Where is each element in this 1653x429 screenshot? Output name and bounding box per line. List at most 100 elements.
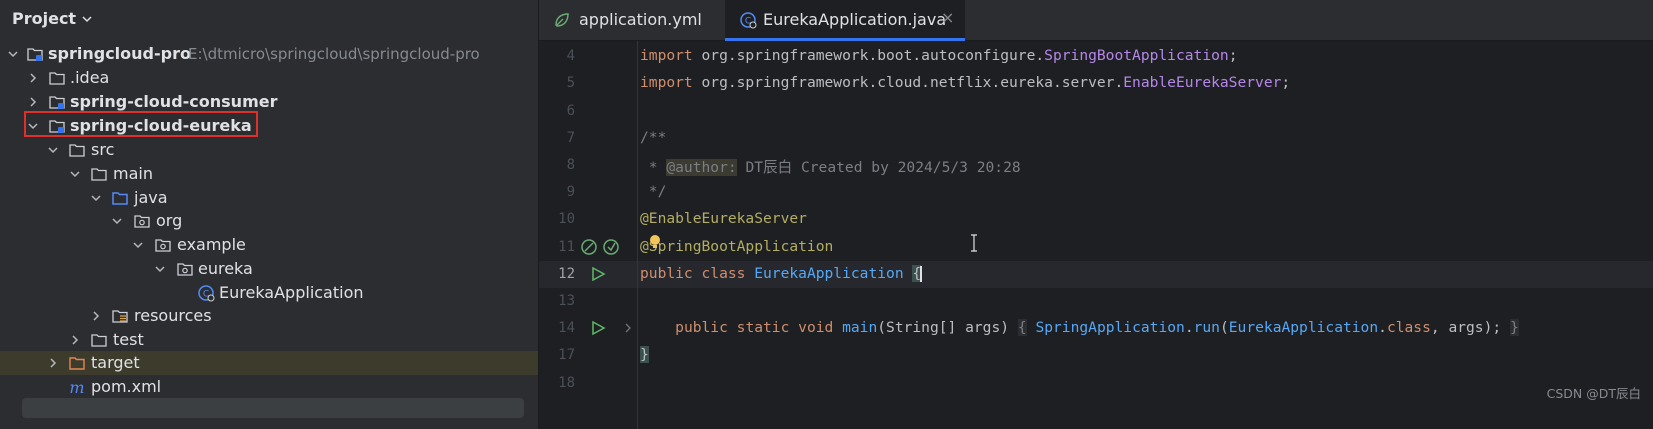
tree-item-pom[interactable]: m pom.xml	[0, 375, 538, 399]
code-line: @EnableEurekaServer	[640, 210, 807, 227]
line-number[interactable]: 4	[539, 48, 575, 64]
project-path: E:\dtmicro\springcloud\springcloud-pro	[188, 45, 480, 63]
project-panel-header[interactable]: Project	[0, 0, 538, 38]
package-icon	[134, 215, 150, 228]
code-text: .	[1184, 319, 1194, 336]
code-keyword: import	[640, 74, 693, 91]
spring-bean-gutter-icon[interactable]	[580, 238, 598, 256]
chevron-down-icon[interactable]	[131, 238, 145, 252]
tree-item-main[interactable]: main	[0, 162, 538, 186]
tree-item-label: EurekaApplication	[219, 283, 364, 302]
line-number[interactable]: 5	[539, 75, 575, 91]
chevron-right-icon[interactable]	[68, 333, 82, 347]
code-keyword: public class	[640, 265, 755, 282]
folder-icon	[69, 144, 85, 157]
code-text: org.springframework.boot.autoconfigure.	[692, 47, 1045, 64]
project-panel-title[interactable]: Project	[12, 9, 76, 28]
tree-item-eureka-application[interactable]: C EurekaApplication	[0, 281, 538, 305]
line-number[interactable]: 6	[539, 103, 575, 119]
tree-item-target[interactable]: target	[0, 351, 538, 375]
code-class: SpringApplication	[1035, 319, 1185, 336]
tree-item-java[interactable]: java	[0, 186, 538, 210]
code-fold-close[interactable]: }	[1509, 319, 1519, 336]
line-number[interactable]: 11	[539, 239, 575, 255]
module-folder-icon	[27, 48, 43, 61]
line-number[interactable]: 17	[539, 347, 575, 363]
package-icon	[177, 263, 193, 276]
chevron-down-icon[interactable]	[68, 167, 82, 181]
annotation-highlight-box	[24, 111, 258, 137]
svg-text:m: m	[69, 378, 84, 396]
code-class: EurekaApplication	[1228, 319, 1379, 336]
run-icon[interactable]	[590, 320, 606, 336]
tree-item-eureka[interactable]: eureka	[0, 257, 538, 281]
code-method: main	[842, 319, 878, 336]
chevron-down-icon[interactable]	[153, 262, 167, 276]
line-number[interactable]: 14	[539, 320, 575, 336]
spring-boot-gutter-icon[interactable]	[602, 238, 620, 256]
maven-icon: m	[69, 378, 84, 396]
tree-item-idea[interactable]: .idea	[0, 66, 538, 90]
lightbulb-icon[interactable]	[648, 234, 662, 250]
tree-item-src[interactable]: src	[0, 138, 538, 162]
tree-item-label: example	[177, 235, 246, 254]
code-line: import org.springframework.boot.autoconf…	[640, 47, 1237, 64]
tree-item-label: target	[91, 353, 140, 372]
chevron-right-icon[interactable]	[26, 95, 40, 109]
tree-item-label: main	[113, 164, 153, 183]
folder-icon	[91, 168, 107, 181]
project-panel: Project springcloud-pro E:\dtmicro\sprin…	[0, 0, 538, 429]
code-line: * @author: DT辰白 Created by 2024/5/3 20:2…	[640, 156, 1021, 177]
code-fold-open[interactable]: {	[1017, 319, 1027, 336]
chevron-down-icon[interactable]	[80, 12, 94, 26]
code-line: */	[640, 183, 667, 200]
line-number[interactable]: 9	[539, 184, 575, 200]
chevron-right-icon[interactable]	[26, 71, 40, 85]
tree-item-org[interactable]: org	[0, 209, 538, 233]
chevron-down-icon[interactable]	[89, 191, 103, 205]
tree-item-label: spring-cloud-consumer	[70, 92, 278, 111]
watermark: CSDN @DT辰白	[1546, 386, 1641, 401]
text-cursor	[920, 266, 923, 282]
tab-application-yml[interactable]: application.yml	[539, 0, 725, 40]
code-text: ;	[1281, 74, 1291, 91]
chevron-right-icon[interactable]	[46, 356, 60, 370]
code-line: import org.springframework.cloud.netflix…	[640, 74, 1290, 91]
code-class: EurekaApplication	[754, 265, 904, 282]
code-text: org.springframework.cloud.netflix.eureka…	[692, 74, 1124, 91]
line-number[interactable]: 18	[539, 375, 575, 391]
tree-item-resources[interactable]: resources	[0, 304, 538, 328]
chevron-down-icon[interactable]	[46, 143, 60, 157]
tab-label: application.yml	[579, 10, 702, 29]
line-number[interactable]: 10	[539, 211, 575, 227]
line-number[interactable]: 7	[539, 130, 575, 146]
code-text: (	[1219, 319, 1229, 336]
line-number-current[interactable]: 12	[539, 266, 575, 282]
chevron-down-icon[interactable]	[110, 214, 124, 228]
chevron-down-icon[interactable]	[6, 47, 20, 61]
code-line: /**	[640, 129, 667, 146]
resources-folder-icon	[112, 310, 128, 323]
tree-item-label: pom.xml	[91, 377, 162, 396]
folder-icon	[49, 72, 65, 85]
spring-boot-class-icon: C	[740, 12, 757, 29]
editor-gutter[interactable]	[539, 41, 637, 429]
code-class: EnableEurekaServer	[1123, 74, 1282, 91]
code-text: , args);	[1430, 319, 1510, 336]
chevron-right-icon[interactable]	[89, 309, 103, 323]
run-icon[interactable]	[590, 266, 606, 282]
mouse-ibeam-cursor-icon	[971, 234, 977, 252]
code-keyword: public static void	[675, 319, 843, 336]
line-number[interactable]: 13	[539, 293, 575, 309]
tab-eureka-application-java[interactable]: C EurekaApplication.java ×	[725, 0, 965, 41]
next-tree-item-partial[interactable]	[22, 398, 524, 418]
tree-item-test[interactable]: test	[0, 328, 538, 352]
close-icon[interactable]: ×	[941, 8, 954, 27]
tree-item-example[interactable]: example	[0, 233, 538, 257]
code-editor[interactable]	[638, 41, 1653, 429]
spring-config-icon	[555, 13, 569, 27]
tree-item-springcloud-pro[interactable]: springcloud-pro E:\dtmicro\springcloud\s…	[0, 42, 538, 66]
fold-expand-icon[interactable]	[623, 322, 633, 334]
line-number[interactable]: 8	[539, 157, 575, 173]
editor-tab-bar: application.yml C EurekaApplication.java…	[539, 0, 1653, 41]
